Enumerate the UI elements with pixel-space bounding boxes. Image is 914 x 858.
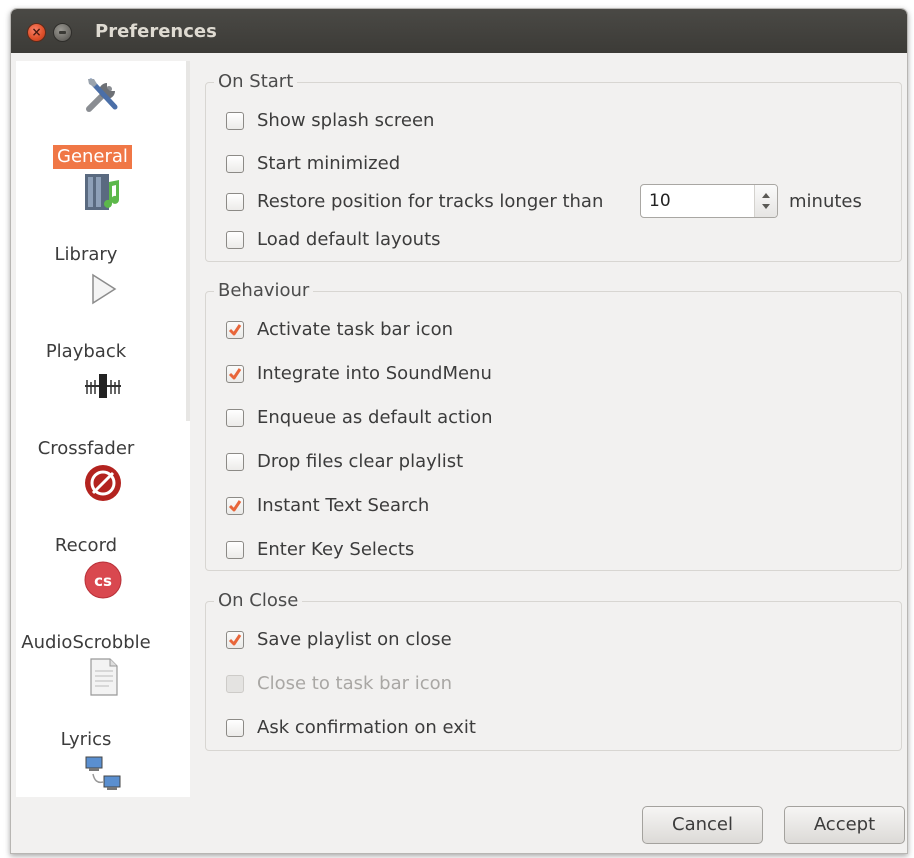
checkbox-disabled <box>226 675 244 693</box>
sidebar-item-general[interactable]: General <box>16 75 190 172</box>
checkbox-label: Enqueue as default action <box>257 407 493 428</box>
checkbox-label: Ask confirmation on exit <box>257 717 476 738</box>
crossfader-icon <box>85 374 121 398</box>
checkbox-label: Activate task bar icon <box>257 319 453 340</box>
checkbox-checked[interactable] <box>226 365 244 383</box>
title-bar: × Preferences <box>11 9 907 53</box>
checkbox-label: Show splash screen <box>257 110 435 131</box>
sidebar-item-label: Record <box>54 535 118 556</box>
sidebar-item-crossfader[interactable]: Crossfader <box>16 366 190 463</box>
spin-up-icon[interactable] <box>762 193 770 198</box>
checkbox-label: Drop files clear playlist <box>257 451 464 472</box>
record-icon <box>85 465 121 501</box>
sidebar-item-network[interactable] <box>16 754 190 797</box>
group-title: Behaviour <box>214 280 314 301</box>
check-icon <box>228 324 242 336</box>
checkbox-label: Close to task bar icon <box>257 673 453 694</box>
minimize-icon[interactable] <box>53 23 72 42</box>
checkbox[interactable] <box>226 453 244 471</box>
checkbox-label: Enter Key Selects <box>257 539 415 560</box>
sidebar-item-playback[interactable]: Playback <box>16 269 190 366</box>
sidebar-item-label: Library <box>54 244 118 265</box>
check-icon <box>228 368 242 380</box>
preferences-window: × Preferences General Library Playback C… <box>10 8 908 854</box>
category-sidebar: General Library Playback Crossfader Reco… <box>16 61 190 797</box>
play-icon <box>92 273 117 305</box>
spin-down-icon[interactable] <box>762 204 770 209</box>
checkbox-label: Start minimized <box>257 153 401 174</box>
group-on-start: On Start Show splash screen Start minimi… <box>205 71 902 262</box>
checkbox-checked[interactable] <box>226 497 244 515</box>
restore-position-checkbox[interactable] <box>226 193 244 211</box>
tools-icon <box>86 78 118 112</box>
minutes-unit-label: minutes <box>789 191 862 212</box>
cancel-button[interactable]: Cancel <box>642 806 763 844</box>
sidebar-item-label: Playback <box>45 341 127 362</box>
document-icon <box>90 658 118 696</box>
group-title: On Close <box>214 590 303 611</box>
svg-text:cs: cs <box>94 572 112 590</box>
sidebar-item-lyrics[interactable]: Lyrics <box>16 657 190 754</box>
spin-buttons[interactable] <box>754 185 777 217</box>
start-minimized-checkbox[interactable] <box>226 155 244 173</box>
checkbox-checked[interactable] <box>226 631 244 649</box>
checkbox-checked[interactable] <box>226 321 244 339</box>
minutes-spin-input[interactable]: 10 <box>640 184 778 218</box>
checkbox-label: Save playlist on close <box>257 629 452 650</box>
checkbox-label: Integrate into SoundMenu <box>257 363 492 384</box>
window-title: Preferences <box>95 21 217 42</box>
sidebar-item-label: AudioScrobble <box>21 632 151 653</box>
group-behaviour: Behaviour Activate task bar icon Integra… <box>205 280 902 571</box>
sidebar-item-library[interactable]: Library <box>16 172 190 269</box>
checkbox-label: Instant Text Search <box>257 495 430 516</box>
group-on-close: On Close Save playlist on close Close to… <box>205 590 902 751</box>
sidebar-item-audioscrobble[interactable]: cs AudioScrobble <box>16 560 190 657</box>
sidebar-item-record[interactable]: Record <box>16 463 190 560</box>
lastfm-icon: cs <box>84 561 122 599</box>
spin-value: 10 <box>649 191 671 211</box>
checkbox[interactable] <box>226 409 244 427</box>
checkbox-label: Load default layouts <box>257 229 441 250</box>
network-icon <box>85 756 121 790</box>
group-title: On Start <box>214 71 298 92</box>
checkbox-label: Restore position for tracks longer than <box>257 191 604 212</box>
check-icon <box>228 500 242 512</box>
show-splash-checkbox[interactable] <box>226 112 244 130</box>
sidebar-item-label: Lyrics <box>60 729 112 750</box>
library-music-icon <box>85 174 119 210</box>
sidebar-item-label: General <box>53 145 132 169</box>
checkbox[interactable] <box>226 541 244 559</box>
sidebar-item-label: Crossfader <box>37 438 135 459</box>
close-icon[interactable]: × <box>27 23 46 42</box>
load-layouts-checkbox[interactable] <box>226 231 244 249</box>
checkbox[interactable] <box>226 719 244 737</box>
accept-button[interactable]: Accept <box>784 806 905 844</box>
check-icon <box>228 634 242 646</box>
